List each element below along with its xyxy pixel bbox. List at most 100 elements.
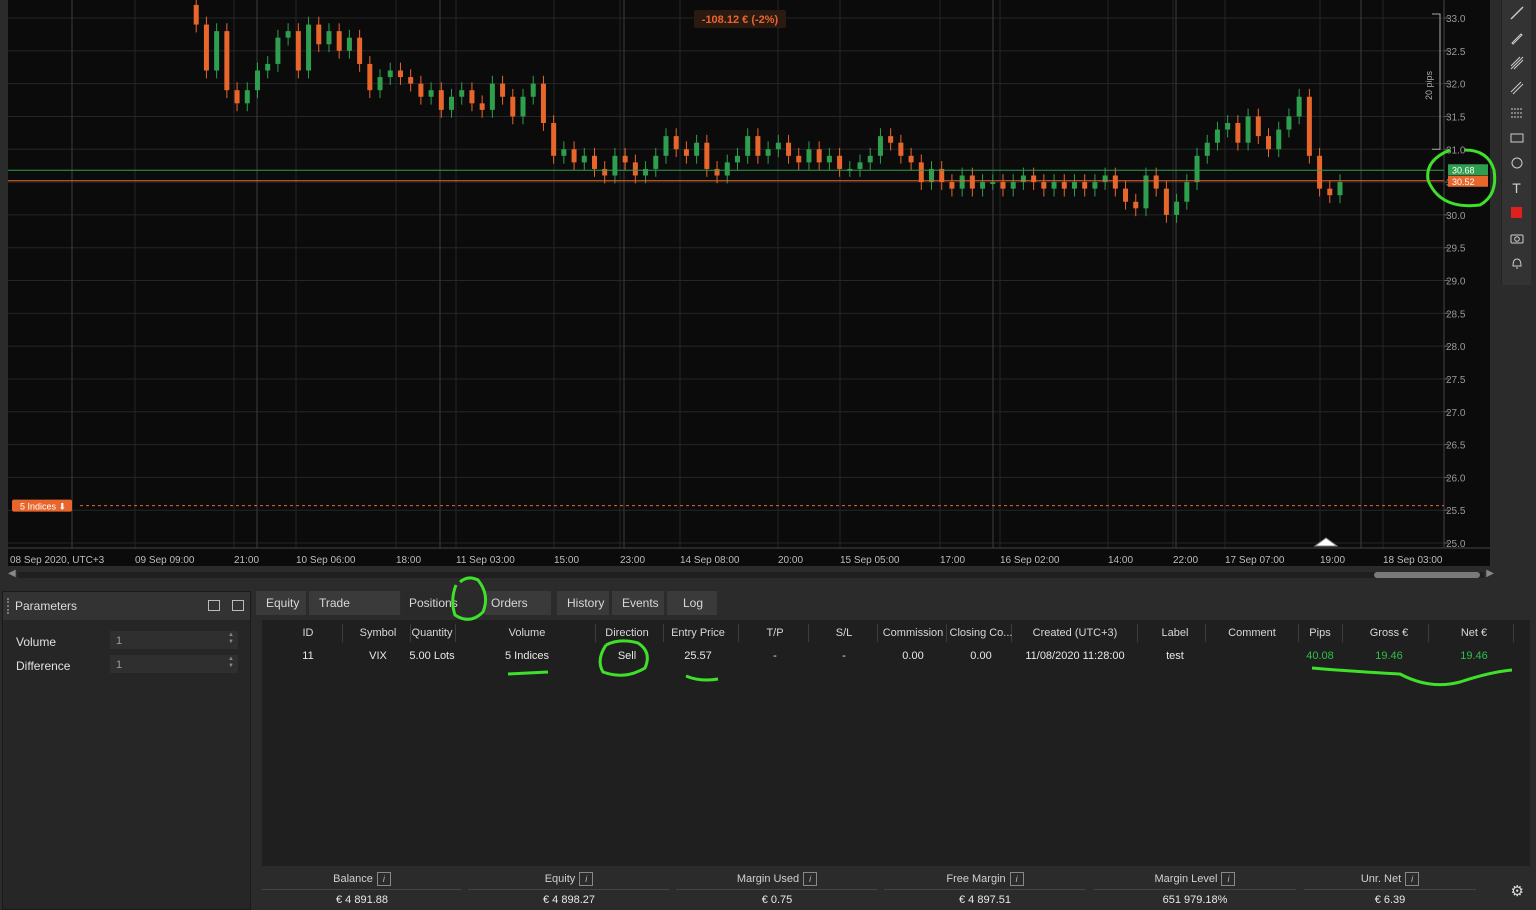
tab-log[interactable]: Log	[667, 591, 717, 615]
settings-gear-icon[interactable]: ⚙	[1511, 882, 1524, 900]
color-swatch-icon[interactable]	[1502, 200, 1531, 225]
candle	[1123, 188, 1129, 202]
y-tick-label: 25.5	[1446, 506, 1466, 517]
position-volume-tag-text: 5 Indices ⬇	[20, 502, 66, 512]
free-margin-value: € 4 897.51	[959, 894, 1011, 906]
x-tick-label: 16 Sep 02:00	[1000, 555, 1060, 566]
candle	[857, 162, 863, 169]
candle	[581, 155, 587, 163]
chart-horizontal-scrollbar[interactable]: ◀ ▶	[8, 568, 1494, 582]
x-tick-label: 22:00	[1173, 555, 1198, 566]
candle	[877, 136, 883, 156]
rectangle-icon[interactable]	[1502, 125, 1531, 150]
candle	[765, 149, 771, 156]
candle	[1327, 188, 1333, 196]
volume-input[interactable]: 1 ▲ ▼	[110, 631, 238, 649]
camera-icon[interactable]	[1502, 225, 1531, 250]
price-chart[interactable]: 33.032.532.031.531.030.530.029.529.028.5…	[8, 0, 1490, 566]
parallel-channel-icon[interactable]	[1502, 75, 1531, 100]
column-header[interactable]: Net €	[1424, 627, 1524, 639]
difference-input[interactable]: 1 ▲ ▼	[110, 655, 238, 673]
fibonacci-icon[interactable]	[1502, 50, 1531, 75]
grid-tool-icon[interactable]	[1502, 100, 1531, 125]
candle	[510, 96, 516, 117]
parameters-title: Parameters	[15, 599, 78, 613]
column-header[interactable]: Closing Co...	[931, 627, 1031, 639]
tab-orders[interactable]: Orders0	[485, 591, 551, 636]
time-marker	[1313, 537, 1339, 547]
candle	[397, 70, 403, 78]
bid-price-tag-text: 30.52	[1452, 177, 1475, 187]
candle	[612, 155, 618, 176]
text-icon[interactable]: T	[1502, 175, 1531, 200]
candle	[346, 37, 352, 51]
y-tick-label: 29.5	[1446, 244, 1466, 255]
equity-value: € 4 898.27	[543, 894, 595, 906]
column-header[interactable]: Quantity	[382, 627, 482, 639]
info-icon[interactable]: i	[1221, 872, 1236, 886]
unrealized-net-value: € 6.39	[1374, 894, 1406, 906]
pnl-label: -108.12 € (-2%)	[702, 14, 779, 26]
y-tick-label: 32.0	[1446, 80, 1466, 91]
y-tick-label: 30.0	[1446, 211, 1466, 222]
y-tick-label: 26.5	[1446, 441, 1466, 452]
x-tick-label: 19:00	[1320, 555, 1345, 566]
candle	[1276, 129, 1282, 150]
candle	[1092, 182, 1098, 189]
alert-bell-icon[interactable]	[1502, 250, 1531, 275]
candle	[295, 31, 301, 71]
pips-label: 20 pips	[1424, 70, 1434, 100]
y-tick-label: 27.5	[1446, 375, 1466, 386]
candle	[367, 63, 373, 91]
x-tick-label: 15:00	[554, 555, 579, 566]
minimize-icon[interactable]	[208, 600, 220, 611]
candle	[632, 162, 638, 176]
candle	[786, 142, 792, 156]
candle	[990, 182, 996, 185]
x-tick-label: 10 Sep 06:00	[296, 555, 356, 566]
spinner-icon[interactable]: ▲ ▼	[228, 656, 234, 670]
tab-trade-statistics[interactable]: Trade Statistics	[309, 591, 400, 634]
candle	[663, 136, 669, 156]
circle-icon[interactable]	[1502, 150, 1531, 175]
tab-history[interactable]: History	[557, 591, 609, 615]
spinner-icon[interactable]: ▲ ▼	[228, 632, 234, 646]
ask-price-tag-text: 30.68	[1452, 165, 1475, 175]
free-margin-label: Free Margin	[946, 873, 1006, 885]
drag-grip-icon[interactable]	[7, 598, 11, 614]
info-icon[interactable]: i	[376, 872, 391, 886]
candle	[275, 37, 281, 64]
pencil-icon[interactable]	[1502, 25, 1531, 50]
info-icon[interactable]: i	[1009, 872, 1024, 886]
candle	[888, 136, 894, 143]
line-icon[interactable]	[1502, 0, 1531, 25]
tab-equity[interactable]: Equity	[256, 591, 306, 615]
candle	[1225, 123, 1231, 130]
column-header[interactable]: Volume	[477, 627, 577, 639]
chart-canvas[interactable]: 33.032.532.031.531.030.530.029.529.028.5…	[8, 0, 1490, 566]
info-icon[interactable]: i	[1405, 872, 1420, 886]
x-tick-label: 18:00	[396, 555, 421, 566]
candle	[540, 83, 546, 123]
unrealized-net-cell: Unr. Net i € 6.39	[1304, 872, 1476, 906]
info-icon[interactable]: i	[803, 872, 818, 886]
candle	[1214, 129, 1220, 143]
candle	[1174, 201, 1180, 215]
scrollbar-thumb[interactable]	[1374, 572, 1480, 578]
save-icon[interactable]	[232, 600, 244, 611]
column-header[interactable]: Created (UTC+3)	[1025, 627, 1125, 639]
candle	[826, 155, 832, 163]
y-tick-label: 26.0	[1446, 473, 1466, 484]
scroll-left-icon[interactable]: ◀	[8, 568, 16, 579]
scrollbar-track[interactable]	[18, 572, 1484, 578]
scroll-right-icon[interactable]: ▶	[1486, 568, 1494, 579]
tab-positions[interactable]: Positions1	[403, 591, 483, 636]
tab-events[interactable]: Events	[612, 591, 664, 615]
candle	[908, 155, 914, 163]
x-tick-label: 23:00	[620, 555, 645, 566]
candle	[561, 149, 567, 156]
margin-used-value: € 0.75	[761, 894, 793, 906]
info-icon[interactable]: i	[579, 872, 594, 886]
candle	[418, 83, 424, 97]
candle	[1245, 116, 1251, 143]
